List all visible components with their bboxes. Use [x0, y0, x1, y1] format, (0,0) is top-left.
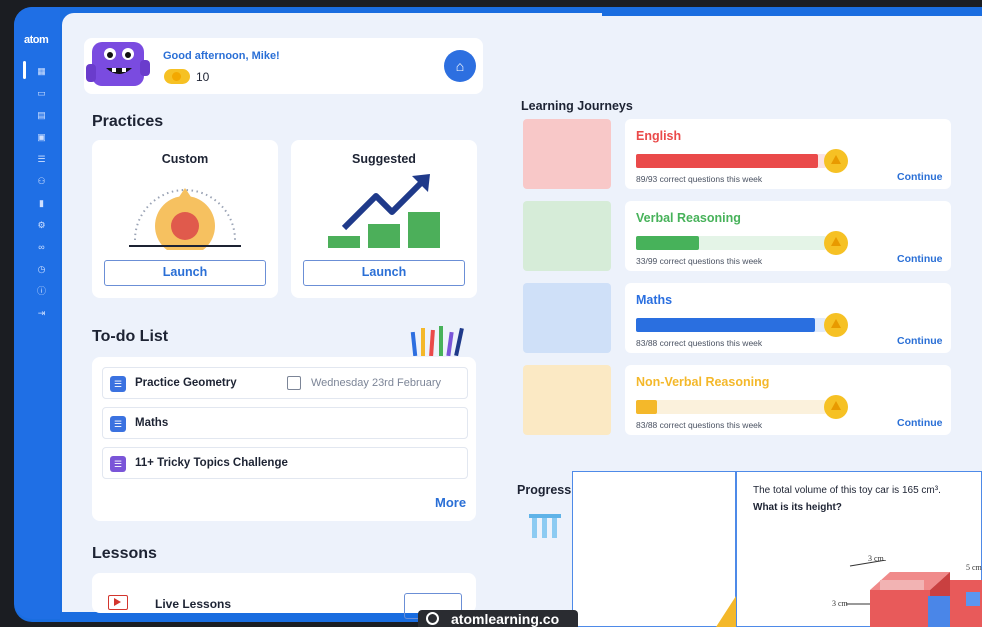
practices-title: Practices: [92, 113, 164, 130]
video-play-icon: [108, 595, 128, 610]
medal-icon: [824, 231, 848, 255]
journey-row[interactable]: Verbal Reasoning 33/99 correct questions …: [523, 201, 951, 271]
journey-thumbnail: [523, 201, 611, 271]
todo-item-label: Practice Geometry: [135, 377, 237, 389]
journey-continue-link[interactable]: Continue: [897, 335, 943, 347]
todo-item-tricky-topics[interactable]: ☰ 11+ Tricky Topics Challenge: [102, 447, 468, 479]
pencils-icon: [410, 326, 464, 356]
calendar-icon: [287, 376, 301, 390]
link-icon[interactable]: ∞: [36, 242, 47, 253]
journey-card: Non-Verbal Reasoning 83/88 correct questi…: [625, 365, 951, 435]
journey-progress-fill: [636, 236, 699, 250]
sidebar-active-indicator: [23, 61, 26, 79]
journey-card: English 89/93 correct questions this week…: [625, 119, 951, 189]
todo-item-label: Maths: [135, 417, 169, 429]
settings-icon[interactable]: ⚙: [36, 220, 47, 231]
journey-progress-track: [636, 400, 826, 414]
info-icon[interactable]: ⓘ: [36, 286, 47, 297]
shape-illustration: [716, 596, 736, 627]
todo-item-practice-geometry[interactable]: ☰ Practice Geometry Wednesday 23rd Febru…: [102, 367, 468, 399]
suggested-launch-button[interactable]: Launch: [303, 260, 465, 286]
question-text: The total volume of this toy car is 165 …: [753, 485, 941, 496]
journey-progress-fill: [636, 154, 818, 168]
todo-item-date: Wednesday 23rd February: [311, 377, 442, 389]
progress-title: Progress: [517, 483, 572, 497]
mascot-avatar: [86, 42, 150, 86]
journeys-title: Learning Journeys: [521, 99, 633, 113]
journey-row[interactable]: Non-Verbal Reasoning 83/88 correct questi…: [523, 365, 951, 435]
toy-car-illustration: [846, 560, 982, 627]
growth-chart-icon: [328, 174, 440, 248]
journey-thumbnail: [523, 365, 611, 435]
list-icon: ☰: [110, 456, 126, 472]
medal-icon: [824, 313, 848, 337]
suggested-practice-label: Suggested: [352, 152, 416, 166]
todo-item-maths[interactable]: ☰ Maths: [102, 407, 468, 439]
question-prompt: What is its height?: [753, 502, 842, 513]
journey-name: English: [636, 129, 682, 143]
list-icon[interactable]: ☰: [36, 154, 47, 165]
shop-button[interactable]: ⌂: [444, 50, 476, 82]
medal-icon: [824, 149, 848, 173]
todo-panel: ☰ Practice Geometry Wednesday 23rd Febru…: [92, 357, 476, 521]
journey-progress-track: [636, 154, 826, 168]
people-icon[interactable]: ⚇: [36, 176, 47, 187]
journey-row[interactable]: English 89/93 correct questions this week…: [523, 119, 951, 189]
journey-progress-fill: [636, 400, 657, 414]
top-strip: [602, 13, 982, 16]
book-icon[interactable]: ▤: [36, 110, 47, 121]
custom-practice-label: Custom: [161, 152, 209, 166]
lessons-card: Live Lessons: [92, 573, 476, 619]
greeting-text: Good afternoon, Mike!: [163, 50, 280, 62]
journey-name: Maths: [636, 293, 673, 307]
calculator-icon[interactable]: ▣: [36, 132, 47, 143]
custom-launch-button[interactable]: Launch: [104, 260, 266, 286]
journey-thumbnail: [523, 283, 611, 353]
custom-practice-card[interactable]: Custom Launch: [92, 140, 278, 298]
dial-icon: [129, 188, 241, 250]
logout-icon[interactable]: ⇥: [36, 308, 47, 319]
journey-card: Maths 83/88 correct questions this week Co…: [625, 283, 951, 353]
suggested-practice-card[interactable]: Suggested Launch: [291, 140, 477, 298]
journey-progress-fill: [636, 318, 815, 332]
lessons-title: Lessons: [92, 545, 157, 562]
dimension-label: 3 cm: [832, 599, 848, 608]
todo-item-label: 11+ Tricky Topics Challenge: [135, 457, 288, 469]
todo-title: To-do List: [92, 328, 169, 345]
clock-icon[interactable]: ◷: [36, 264, 47, 275]
coin-count: 10: [196, 70, 210, 84]
journey-row[interactable]: Maths 83/88 correct questions this week Co…: [523, 283, 951, 353]
app-logo[interactable]: atom: [24, 34, 49, 46]
lesson-label: Live Lessons: [155, 597, 232, 611]
list-icon: ☰: [110, 376, 126, 392]
journey-continue-link[interactable]: Continue: [897, 171, 943, 183]
watermark-text: atomlearning.co: [451, 611, 560, 627]
journey-thumbnail: [523, 119, 611, 189]
progress-icon: [529, 514, 561, 538]
dashboard-icon[interactable]: ▦: [36, 66, 47, 77]
journey-stat: 89/93 correct questions this week: [636, 174, 763, 184]
journey-stat: 33/99 correct questions this week: [636, 256, 763, 266]
journey-progress-track: [636, 318, 826, 332]
journey-stat: 83/88 correct questions this week: [636, 338, 763, 348]
list-icon: ☰: [110, 416, 126, 432]
video-icon[interactable]: ▭: [36, 88, 47, 99]
journey-name: Non-Verbal Reasoning: [636, 375, 770, 389]
journey-continue-link[interactable]: Continue: [897, 253, 943, 265]
dimension-label: 5 cm: [966, 563, 982, 572]
todo-more-link[interactable]: More: [435, 495, 466, 510]
globe-icon: [426, 612, 439, 625]
journey-card: Verbal Reasoning 33/99 correct questions …: [625, 201, 951, 271]
medal-icon: [824, 395, 848, 419]
journey-stat: 83/88 correct questions this week: [636, 420, 763, 430]
coin-icon: [164, 69, 190, 84]
dimension-label: 3 cm: [868, 554, 884, 563]
chart-icon[interactable]: ▮: [36, 198, 47, 209]
journey-progress-track: [636, 236, 826, 250]
journey-continue-link[interactable]: Continue: [897, 417, 943, 429]
journey-name: Verbal Reasoning: [636, 211, 741, 225]
